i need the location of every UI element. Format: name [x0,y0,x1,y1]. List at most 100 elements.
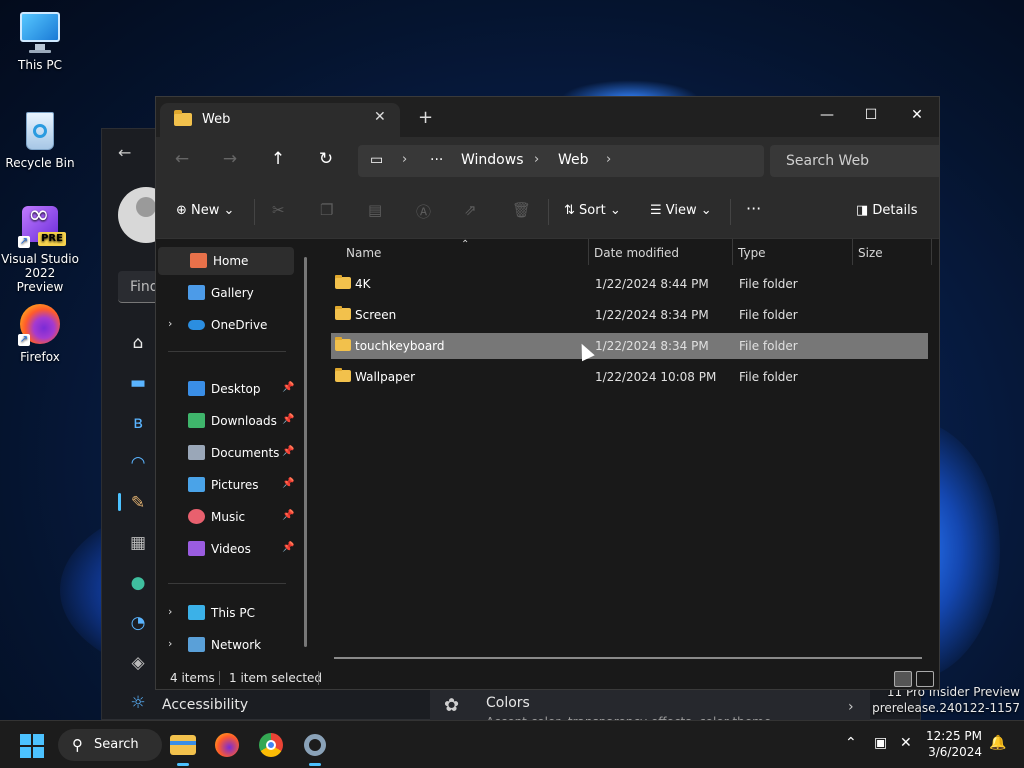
colors-setting-row[interactable]: ✿ Colors Accent color, transparency effe… [430,685,870,729]
recycle-bin-icon [18,108,62,152]
view-button[interactable]: ☰ View ⌄ [650,203,712,218]
sidebar-item-videos[interactable]: Videos 📌 [156,535,296,563]
pin-icon[interactable]: 📌 [282,542,294,553]
desktop-icon-visual-studio[interactable]: PRE↗ Visual Studio 2022 Preview [0,204,80,294]
pin-icon[interactable]: 📌 [282,382,294,393]
system-icon[interactable]: ▬ [124,369,152,397]
new-button[interactable]: ⊕ New ⌄ [176,203,234,218]
time-language-icon[interactable]: ◔ [124,609,152,637]
taskbar-file-explorer[interactable] [167,729,199,766]
refresh-icon[interactable]: ↻ [312,149,340,169]
taskbar-firefox[interactable] [211,729,243,761]
paste-icon[interactable]: ▤ [368,201,382,219]
table-row[interactable]: Screen 1/22/2024 8:34 PM File folder [331,302,928,328]
desktop-icon-recycle-bin[interactable]: Recycle Bin [0,108,80,170]
search-input[interactable]: Search Web [770,145,939,177]
back-arrow-icon[interactable]: ← [118,143,131,162]
horizontal-scrollbar[interactable] [334,657,922,659]
table-row[interactable]: 4K 1/22/2024 8:44 PM File folder [331,271,928,297]
chevron-right-icon[interactable]: › [168,605,172,618]
gaming-icon[interactable]: ◈ [124,649,152,677]
rename-icon[interactable]: Ⓐ [416,201,431,222]
chevron-right-icon[interactable]: › [168,317,172,330]
tab-title: Web [202,112,231,127]
close-tab-icon[interactable]: ✕ [374,109,386,125]
table-row[interactable]: touchkeyboard 1/22/2024 8:34 PM File fol… [331,333,928,359]
forward-arrow-icon[interactable]: → [216,149,244,169]
desktop-icon-this-pc[interactable]: This PC [0,10,80,72]
table-row[interactable]: Wallpaper 1/22/2024 10:08 PM File folder [331,364,928,390]
accounts-icon[interactable]: ● [124,569,152,597]
notification-bell-icon[interactable]: 🔔 [989,735,1006,751]
sidebar-item-desktop[interactable]: Desktop 📌 [156,375,296,403]
sidebar-item-onedrive[interactable]: › OneDrive [156,311,296,339]
taskbar-search-button[interactable]: ⚲ Search [58,729,162,761]
home-icon[interactable]: ⌂ [124,329,152,357]
address-bar[interactable]: ▭ › ··· Windows › Web › [358,145,764,177]
details-button[interactable]: ◨ Details [856,203,918,218]
chevron-up-icon[interactable]: ⌃ [845,735,857,751]
accessibility-icon[interactable]: ☼ [124,689,152,717]
cut-icon[interactable]: ✂ [272,201,285,219]
sort-button[interactable]: ⇅ Sort ⌄ [564,203,621,218]
desktop-icon-label: This PC [18,58,62,72]
column-header-type[interactable]: Type [738,246,766,260]
settings-nav-accessibility[interactable]: Accessibility [162,697,248,713]
back-arrow-icon[interactable]: ← [168,149,196,169]
taskbar: ⚲ Search ⌃ ▣ ✕ 12:25 PM 3/6/2024 🔔 [0,720,1024,768]
folder-icon [335,337,351,351]
pin-icon[interactable]: 📌 [282,414,294,425]
delete-icon[interactable]: 🗑 [512,201,531,219]
close-button[interactable]: ✕ [894,101,939,129]
item-count: 4 items [170,671,215,685]
tiles-view-icon[interactable] [916,671,934,687]
desktop-icon-firefox[interactable]: ↗ Firefox [0,302,80,364]
document-icon [188,445,205,460]
minimize-button[interactable]: — [804,101,850,129]
brush-icon[interactable]: ✎ [124,489,152,517]
up-arrow-icon[interactable]: ↑ [264,149,292,169]
network-icon [188,637,205,652]
breadcrumb-more[interactable]: ··· [430,152,443,168]
share-icon[interactable]: ⇗ [464,201,477,219]
sidebar-item-music[interactable]: Music 📌 [156,503,296,531]
apps-icon[interactable]: ▦ [124,529,152,557]
pin-icon[interactable]: 📌 [282,478,294,489]
folder-icon [174,110,192,126]
taskbar-settings[interactable] [299,729,331,766]
clock[interactable]: 12:25 PM 3/6/2024 [920,728,982,760]
column-header-date[interactable]: Date modified [594,246,679,260]
tab-web[interactable]: Web ✕ [160,103,400,137]
new-tab-button[interactable]: + [418,107,433,128]
column-header-name[interactable]: Name [346,246,381,260]
details-view-icon[interactable] [894,671,912,687]
wifi-icon[interactable]: ◠ [124,449,152,477]
active-indicator [118,493,121,511]
column-header-size[interactable]: Size [858,246,883,260]
start-button[interactable] [20,734,44,758]
copy-icon[interactable]: ❐ [320,201,333,219]
maximize-button[interactable]: ☐ [848,101,894,129]
sidebar-item-pictures[interactable]: Pictures 📌 [156,471,296,499]
chevron-right-icon[interactable]: › [168,637,172,650]
firefox-icon: ↗ [18,302,62,346]
breadcrumb-windows[interactable]: Windows [461,152,524,168]
more-options-button[interactable]: ··· [746,199,761,218]
taskbar-chrome[interactable] [255,729,287,761]
network-icon[interactable]: ▣ [874,735,887,751]
breadcrumb-web[interactable]: Web [558,152,589,168]
pin-icon[interactable]: 📌 [282,510,294,521]
sidebar-scrollbar[interactable] [304,257,307,647]
folder-icon [170,735,196,755]
sidebar-item-documents[interactable]: Documents 📌 [156,439,296,467]
sidebar-item-this-pc[interactable]: › This PC [156,599,296,627]
bluetooth-icon[interactable]: ʙ [124,409,152,437]
sidebar-item-downloads[interactable]: Downloads 📌 [156,407,296,435]
volume-muted-icon[interactable]: ✕ [900,735,912,751]
pin-icon[interactable]: 📌 [282,446,294,457]
sidebar-item-home[interactable]: Home [158,247,294,275]
chevron-right-icon[interactable]: › [606,152,611,167]
sidebar-item-network[interactable]: › Network [156,631,296,659]
title-bar[interactable]: Web ✕ + — ☐ ✕ [156,97,939,137]
sidebar-item-gallery[interactable]: Gallery [156,279,296,307]
